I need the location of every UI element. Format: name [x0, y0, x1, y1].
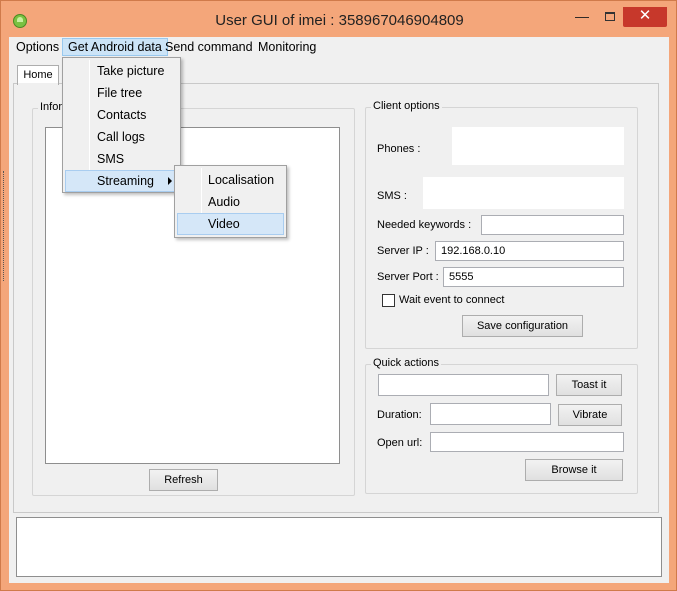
menu-monitoring[interactable]: Monitoring	[253, 38, 321, 56]
minimize-button[interactable]: —	[569, 7, 595, 27]
close-button[interactable]: ✕	[623, 7, 667, 27]
phones-field[interactable]	[452, 127, 624, 165]
menu-send-command[interactable]: Send command	[160, 38, 258, 56]
needed-keywords-input[interactable]	[481, 215, 624, 235]
submenu-item-video[interactable]: Video	[177, 213, 284, 235]
info-group-title: Infor	[38, 101, 65, 113]
sms-label: SMS :	[377, 190, 407, 202]
tab-home-joiner	[18, 83, 58, 85]
app-window: User GUI of imei : 358967046904809 — ✕ O…	[0, 0, 677, 591]
menu-get-android-data[interactable]: Get Android data	[62, 38, 168, 56]
menu-bar: Options Get Android data Send command Mo…	[9, 37, 669, 57]
duration-input[interactable]	[430, 403, 551, 425]
submenu-item-audio[interactable]: Audio	[177, 191, 284, 213]
open-url-label: Open url:	[377, 437, 423, 449]
menu-item-sms[interactable]: SMS	[65, 148, 178, 170]
phones-label: Phones :	[377, 143, 421, 155]
sms-field[interactable]	[423, 177, 624, 209]
menu-item-streaming-label: Streaming	[97, 174, 154, 188]
quick-actions-title: Quick actions	[371, 357, 442, 369]
needed-keywords-label: Needed keywords :	[377, 219, 472, 231]
server-port-label: Server Port :	[377, 271, 439, 283]
browse-button[interactable]: Browse it	[525, 459, 623, 481]
refresh-button[interactable]: Refresh	[149, 469, 218, 491]
save-configuration-button[interactable]: Save configuration	[462, 315, 583, 337]
server-ip-input[interactable]: 192.168.0.10	[435, 241, 624, 261]
tab-home[interactable]: Home	[17, 65, 59, 85]
maximize-button[interactable]	[597, 7, 623, 27]
menu-item-call-logs[interactable]: Call logs	[65, 126, 178, 148]
menu-item-file-tree[interactable]: File tree	[65, 82, 178, 104]
window-edge-handle	[1, 171, 4, 281]
toast-button[interactable]: Toast it	[556, 374, 622, 396]
submenu-arrow-icon	[168, 177, 172, 185]
wait-event-checkbox[interactable]	[382, 294, 395, 307]
menu-item-contacts[interactable]: Contacts	[65, 104, 178, 126]
menu-item-streaming[interactable]: Streaming	[65, 170, 178, 192]
maximize-icon	[605, 12, 615, 21]
server-port-input[interactable]: 5555	[443, 267, 624, 287]
android-data-menu: Take picture File tree Contacts Call log…	[62, 57, 181, 193]
menu-options[interactable]: Options	[11, 38, 64, 56]
submenu-item-localisation[interactable]: Localisation	[177, 169, 284, 191]
toast-input[interactable]	[378, 374, 549, 396]
server-ip-label: Server IP :	[377, 245, 429, 257]
client-options-title: Client options	[371, 100, 442, 112]
streaming-submenu: Localisation Audio Video	[174, 165, 287, 238]
log-output[interactable]	[16, 517, 662, 577]
title-bar[interactable]: User GUI of imei : 358967046904809 — ✕	[1, 1, 677, 37]
duration-label: Duration:	[377, 409, 422, 421]
vibrate-button[interactable]: Vibrate	[558, 404, 622, 426]
wait-event-label: Wait event to connect	[399, 294, 505, 306]
menu-item-take-picture[interactable]: Take picture	[65, 60, 178, 82]
open-url-input[interactable]	[430, 432, 624, 452]
